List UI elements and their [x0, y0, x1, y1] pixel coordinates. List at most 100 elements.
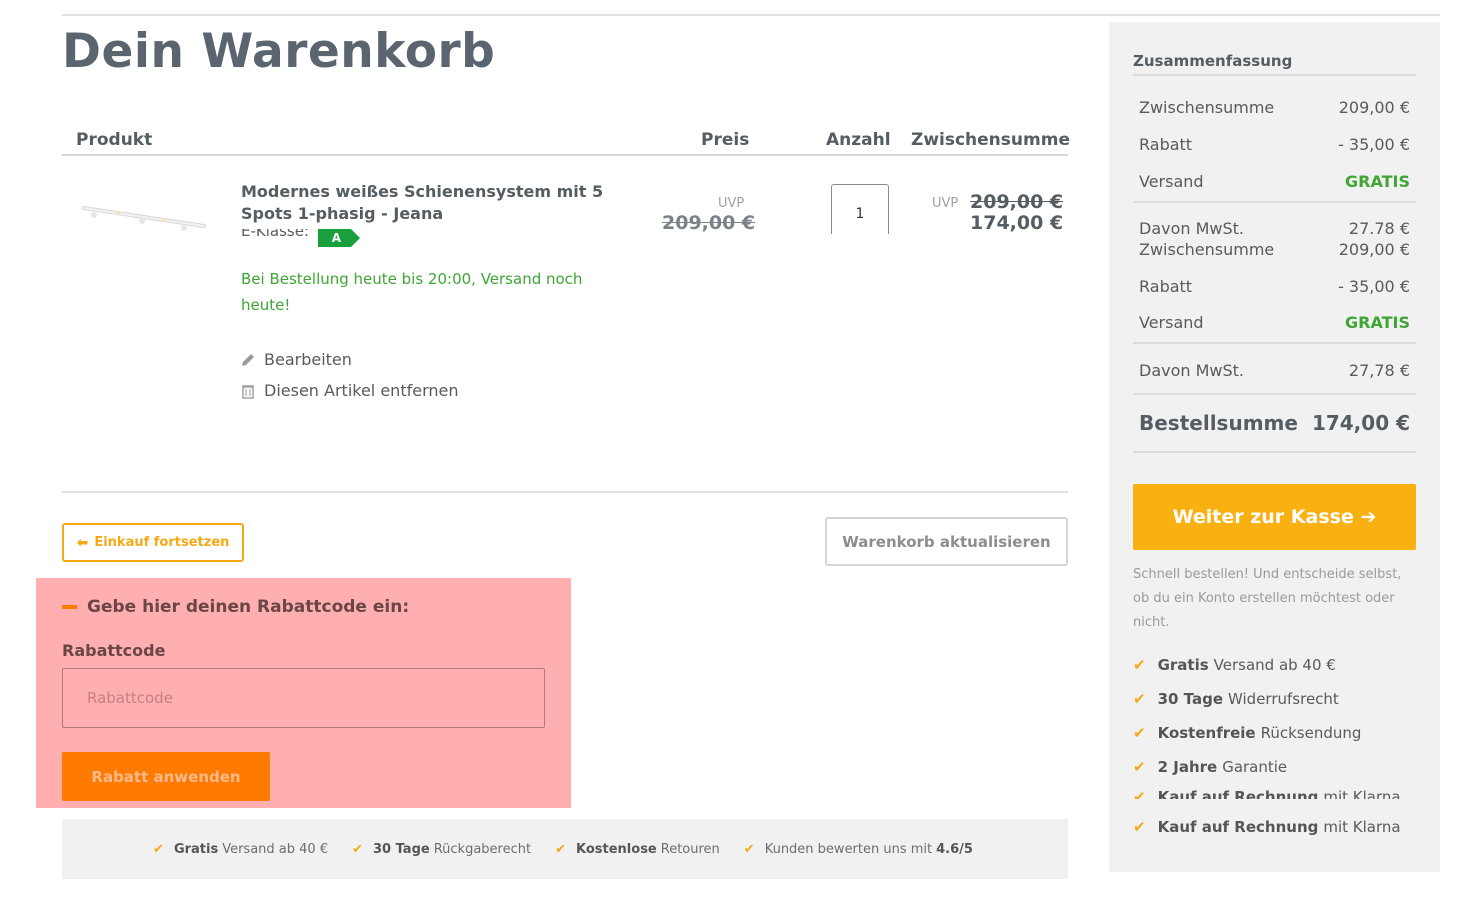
pencil-icon	[242, 353, 254, 366]
top-divider	[62, 14, 1440, 16]
continue-shopping-label: Einkauf fortsetzen	[94, 535, 230, 550]
subtotal-discounted: 174,00 €	[970, 212, 1064, 234]
header-subtotal: Zwischensumme	[911, 130, 1070, 150]
summary-label: Zwischensumme	[1139, 98, 1275, 117]
minus-icon	[62, 605, 77, 609]
coupon-toggle[interactable]: Gebe hier deinen Rabattcode ein:	[62, 597, 409, 617]
quantity-input[interactable]	[831, 184, 889, 234]
summary-value: 209,00 €	[1338, 240, 1410, 259]
trash-icon	[242, 384, 254, 399]
apply-coupon-button[interactable]: Rabatt anwenden	[62, 752, 270, 801]
arrow-left-icon: ⬅	[76, 534, 89, 551]
check-icon: ✔	[1133, 788, 1146, 799]
order-total: Bestellsumme 174,00 €	[1139, 411, 1410, 435]
summary-usp: ✔ Kostenfreie Rücksendung	[1133, 724, 1361, 742]
energy-label: E-Klasse: A	[241, 229, 381, 247]
product-image[interactable]	[78, 196, 212, 240]
header-price: Preis	[701, 130, 750, 150]
summary-value: - 35,00 €	[1338, 135, 1410, 154]
summary-value: 27.78 €	[1348, 219, 1410, 238]
summary-divider	[1133, 342, 1416, 344]
summary-usp-clipped: ✔ Kauf auf Rechnung mit Klarna	[1133, 787, 1403, 799]
continue-shopping-button[interactable]: ⬅ Einkauf fortsetzen	[62, 523, 244, 562]
usp-rating: 4.6/5	[936, 841, 973, 857]
usp-bold: 30 Tage	[1157, 690, 1224, 708]
usp-bold: Kostenfreie	[1157, 724, 1256, 742]
usp-text: mit Klarna	[1323, 818, 1401, 836]
check-icon: ✔	[555, 841, 566, 857]
checkout-label: Weiter zur Kasse	[1172, 506, 1354, 528]
summary-value: GRATIS	[1345, 172, 1410, 191]
check-icon: ✔	[153, 841, 164, 857]
summary-label: Davon MwSt.	[1139, 361, 1245, 380]
product-name[interactable]: Modernes weißes Schienensystem mit 5 Spo…	[241, 181, 621, 225]
order-summary: Zusammenfassung Zwischensumme 209,00 € R…	[1109, 22, 1440, 872]
summary-divider	[1133, 74, 1416, 76]
edit-item-label: Bearbeiten	[264, 350, 352, 369]
summary-usp: ✔ 2 Jahre Garantie	[1133, 758, 1287, 776]
summary-value: GRATIS	[1345, 313, 1410, 332]
usp-item: ✔ 30 Tage Rückgaberecht	[352, 842, 531, 857]
energy-label-text: E-Klasse:	[241, 229, 309, 240]
usp-bold: 2 Jahre	[1157, 758, 1218, 776]
coupon-section: Gebe hier deinen Rabattcode ein: Rabattc…	[36, 578, 571, 808]
arrow-right-icon: ➔	[1360, 506, 1377, 528]
header-divider	[62, 154, 1068, 156]
coupon-input[interactable]	[62, 668, 545, 728]
usp-item: ✔ Kunden bewerten uns mit 4.6/5	[744, 842, 977, 857]
order-total-label: Bestellsumme	[1139, 411, 1298, 435]
usp-text: Kunden bewerten uns mit	[764, 841, 933, 857]
guest-checkout-note: Schnell bestellen! Und entscheide selbst…	[1133, 567, 1402, 630]
summary-label: Rabatt	[1139, 135, 1193, 154]
coupon-field-label: Rabattcode	[62, 641, 166, 660]
usp-bold: 30 Tage	[373, 841, 430, 857]
header-product: Produkt	[76, 130, 153, 150]
usp-text: Rücksendung	[1260, 724, 1362, 742]
usp-text: Retouren	[660, 841, 720, 857]
summary-label: Versand	[1139, 172, 1204, 191]
usp-bold: Gratis	[1157, 656, 1209, 674]
summary-row-vat: Davon MwSt. 27,78 €	[1139, 360, 1410, 381]
order-total-value: 174,00 €	[1311, 411, 1410, 435]
summary-divider	[1133, 451, 1416, 453]
check-icon: ✔	[1133, 724, 1146, 742]
summary-title: Zusammenfassung	[1133, 52, 1293, 70]
summary-value: 209,00 €	[1338, 98, 1410, 117]
usp-bar: ✔ Gratis Versand ab 40 € ✔ 30 Tage Rückg…	[62, 819, 1068, 879]
usp-text: Versand ab 40 €	[1213, 656, 1336, 674]
subtotal-uvp-label: UVP	[932, 196, 959, 211]
price-uvp-label: UVP	[718, 196, 745, 211]
summary-usp: ✔ Kauf auf Rechnung mit Klarna	[1133, 788, 1401, 799]
shipping-note: Bei Bestellung heute bis 20:00, Versand …	[241, 270, 583, 314]
usp-item: ✔ Gratis Versand ab 40 €	[153, 842, 328, 857]
summary-usp: ✔ Kauf auf Rechnung mit Klarna	[1133, 818, 1401, 836]
update-cart-button[interactable]: Warenkorb aktualisieren	[825, 517, 1068, 566]
check-icon: ✔	[1133, 656, 1146, 674]
energy-class-badge[interactable]: A	[317, 229, 361, 247]
check-icon: ✔	[743, 841, 755, 857]
checkout-button[interactable]: Weiter zur Kasse ➔	[1133, 484, 1416, 550]
summary-label: Davon MwSt.	[1139, 219, 1245, 238]
summary-label: Zwischensumme	[1139, 240, 1275, 259]
summary-divider	[1133, 393, 1416, 395]
usp-text: Rückgaberecht	[433, 841, 532, 857]
summary-label: Rabatt	[1139, 277, 1193, 296]
remove-item-link[interactable]: Diesen Artikel entfernen	[240, 381, 458, 400]
summary-usp: ✔ Gratis Versand ab 40 €	[1133, 656, 1336, 674]
summary-row: Versand GRATIS	[1139, 171, 1410, 192]
check-icon: ✔	[1133, 818, 1146, 836]
usp-bold: Kauf auf Rechnung	[1157, 818, 1319, 836]
usp-bold: Kostenlose	[576, 841, 657, 857]
check-icon: ✔	[1133, 758, 1146, 776]
summary-usp: ✔ 30 Tage Widerrufsrecht	[1133, 690, 1339, 708]
header-quantity: Anzahl	[826, 130, 891, 150]
usp-bold: Kauf auf Rechnung	[1157, 788, 1319, 799]
subtotal-original: 209,00 €	[970, 191, 1064, 213]
cart-divider	[62, 491, 1068, 493]
usp-text: Garantie	[1222, 758, 1288, 776]
edit-item-link[interactable]: Bearbeiten	[240, 350, 352, 369]
quantity-field-wrap	[831, 184, 889, 234]
summary-row-vat: Davon MwSt. 27.78 €	[1139, 218, 1410, 239]
remove-item-label: Diesen Artikel entfernen	[264, 381, 459, 400]
usp-item: ✔ Kostenlose Retouren	[555, 842, 720, 857]
